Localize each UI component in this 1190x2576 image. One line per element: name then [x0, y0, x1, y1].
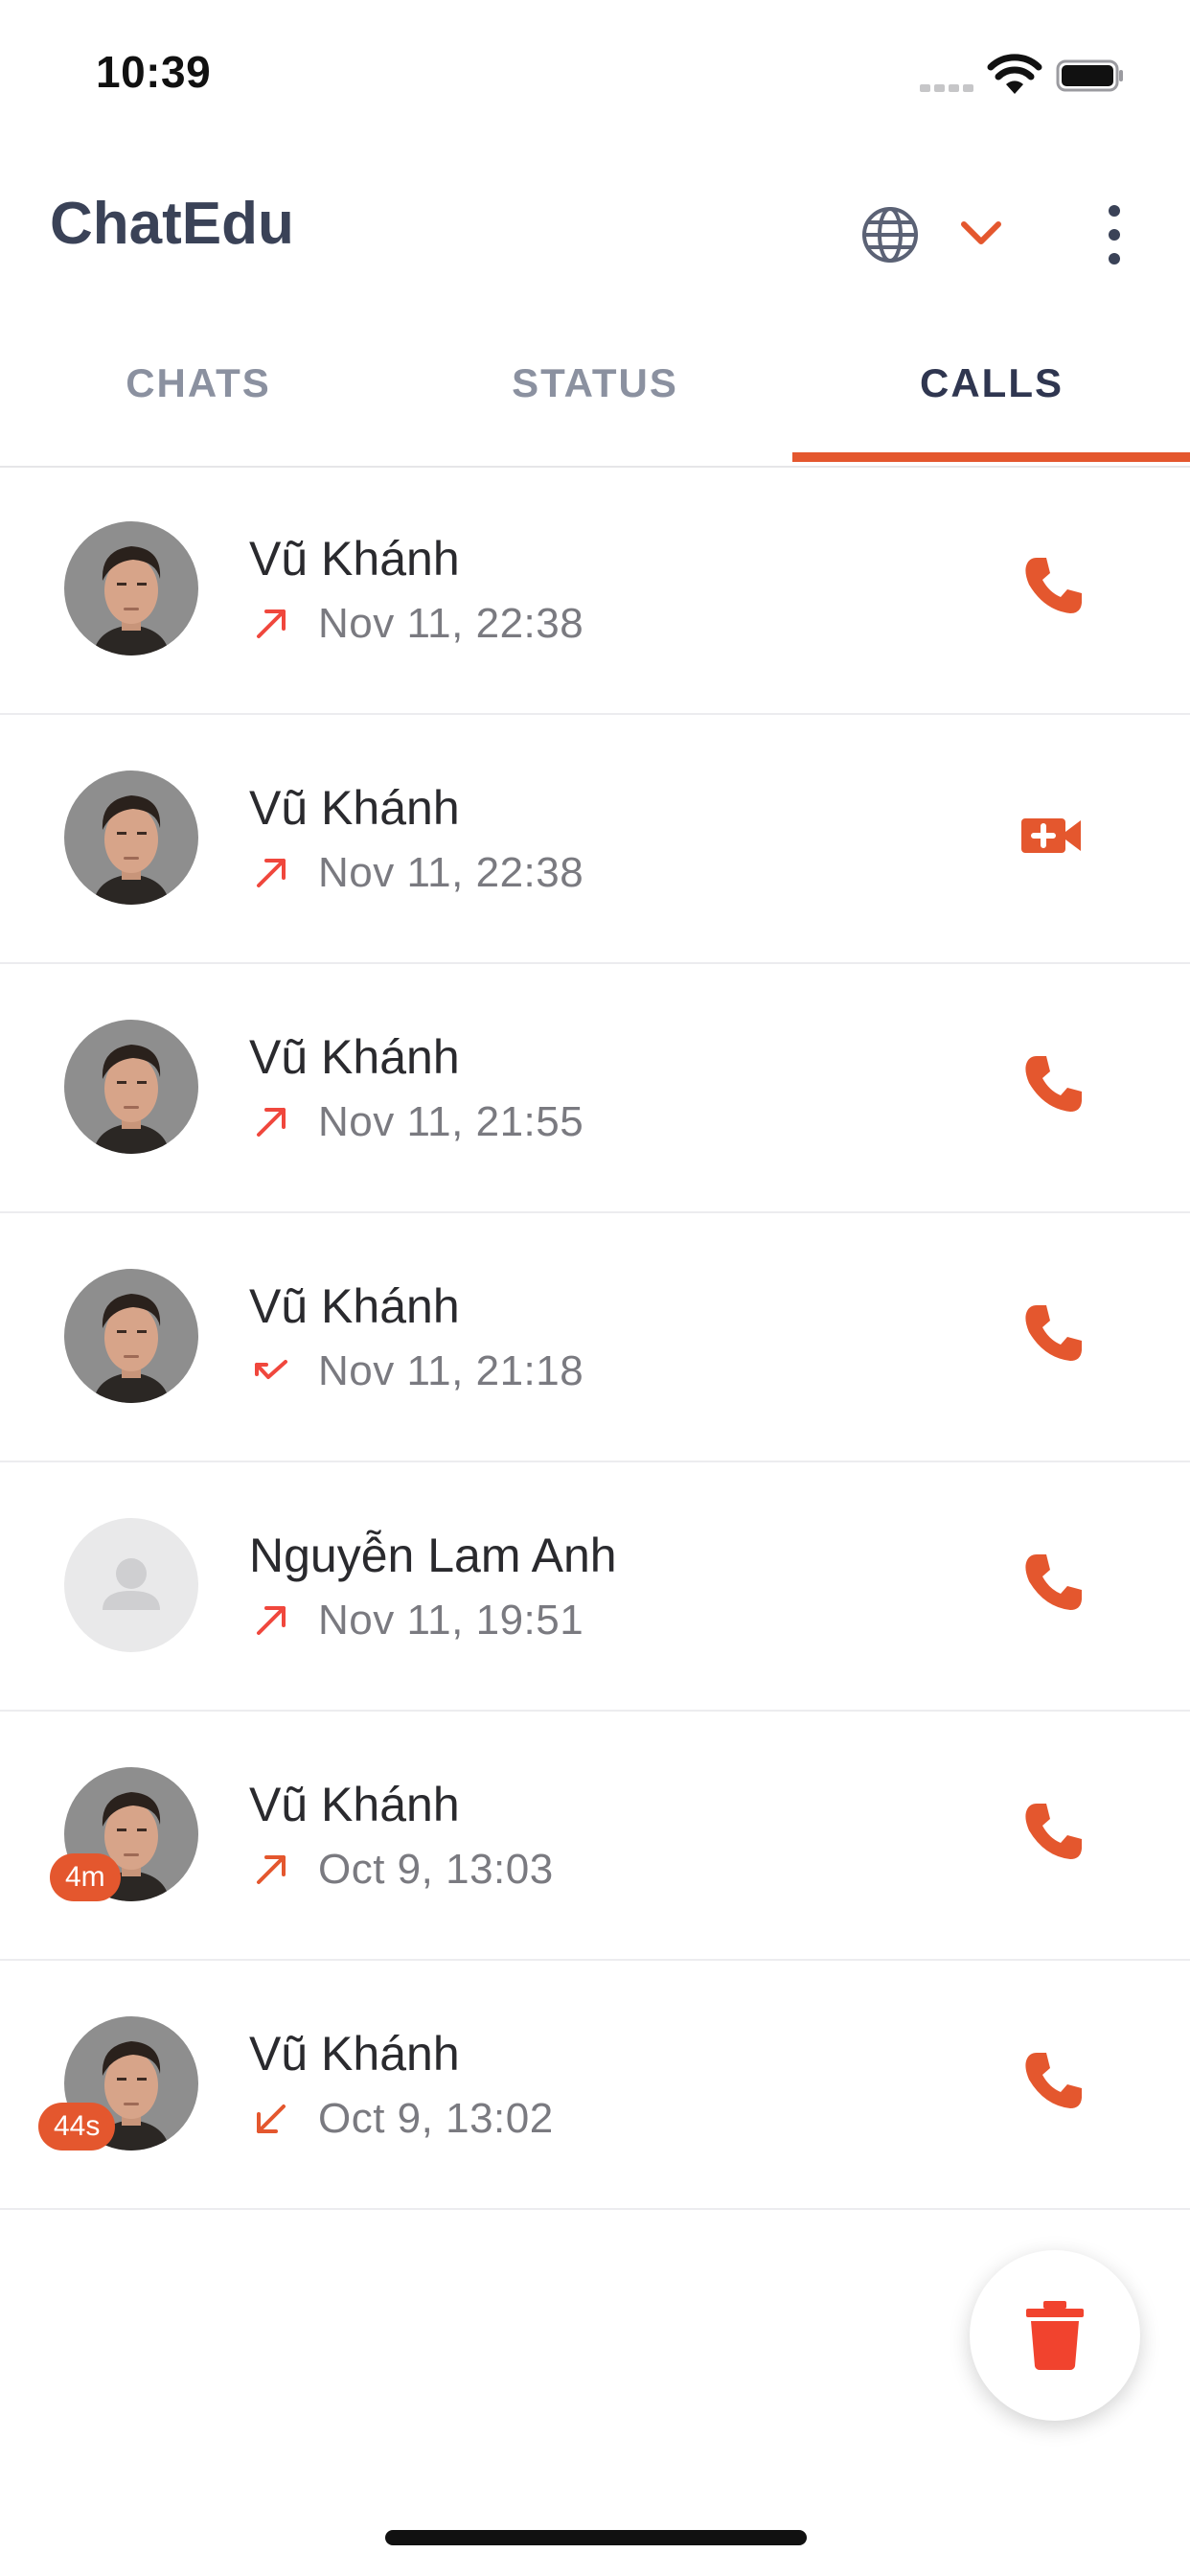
caller-name: Vũ Khánh	[249, 1030, 460, 1084]
outgoing-call-icon	[257, 1606, 286, 1635]
outgoing-call-icon	[257, 1855, 286, 1884]
call-time: Nov 11, 22:38	[318, 849, 584, 896]
more-vert-icon[interactable]	[1098, 201, 1131, 268]
app-bar: ChatEdu	[0, 163, 1190, 297]
call-time: Nov 11, 22:38	[318, 600, 584, 647]
tab-bar: CHATS STATUS CALLS	[0, 335, 1190, 468]
call-meta: Nov 11, 22:38	[251, 600, 584, 648]
avatar	[64, 1269, 198, 1403]
avatar	[64, 521, 198, 656]
phone-icon[interactable]	[1018, 1798, 1087, 1867]
call-meta: Nov 11, 21:18	[251, 1347, 584, 1395]
cellular-signal-icon	[920, 84, 973, 92]
caller-name: Vũ Khánh	[249, 1778, 460, 1831]
tab-chats[interactable]: CHATS	[0, 335, 397, 466]
avatar	[64, 1518, 198, 1652]
phone-icon[interactable]	[1018, 1549, 1087, 1618]
call-time: Nov 11, 21:55	[318, 1098, 584, 1145]
call-item[interactable]: Nguyễn Lam Anh Nov 11, 19:51	[0, 1462, 1190, 1712]
call-duration-badge: 4m	[50, 1853, 121, 1901]
outgoing-call-icon	[257, 1108, 286, 1137]
phone-icon[interactable]	[1018, 1050, 1087, 1119]
chevron-down-icon[interactable]	[956, 213, 1006, 255]
calls-screen: 10:39 ChatEdu CHATS STATUS CALLS Vũ Khán…	[0, 0, 1190, 2576]
call-meta: Nov 11, 19:51	[251, 1597, 584, 1644]
avatar	[64, 770, 198, 905]
call-time: Nov 11, 19:51	[318, 1597, 584, 1644]
call-meta: Nov 11, 21:55	[251, 1098, 584, 1146]
call-time: Oct 9, 13:02	[318, 2095, 554, 2142]
incoming-call-icon	[257, 2104, 286, 2133]
outgoing-call-icon	[257, 859, 286, 887]
caller-name: Vũ Khánh	[249, 781, 460, 835]
call-item[interactable]: 4m Vũ Khánh Oct 9, 13:03	[0, 1712, 1190, 1961]
avatar	[64, 1020, 198, 1154]
wifi-icon	[987, 54, 1042, 94]
outgoing-call-icon	[257, 610, 286, 638]
call-item[interactable]: Vũ Khánh Nov 11, 22:38	[0, 715, 1190, 964]
status-bar: 10:39	[0, 0, 1190, 144]
caller-name: Vũ Khánh	[249, 532, 460, 586]
missed-call-icon	[255, 1360, 287, 1379]
call-meta: Oct 9, 13:02	[251, 2095, 554, 2143]
home-indicator	[385, 2530, 807, 2545]
call-meta: Nov 11, 22:38	[251, 849, 584, 897]
call-item[interactable]: Vũ Khánh Nov 11, 21:55	[0, 964, 1190, 1213]
call-item[interactable]: Vũ Khánh Nov 11, 21:18	[0, 1213, 1190, 1462]
call-time: Oct 9, 13:03	[318, 1846, 554, 1893]
call-list: Vũ Khánh Nov 11, 22:38 Vũ Khánh Nov 11, 22:…	[0, 466, 1190, 2210]
app-title: ChatEdu	[50, 191, 294, 257]
caller-name: Vũ Khánh	[249, 2027, 460, 2081]
call-time: Nov 11, 21:18	[318, 1347, 584, 1394]
delete-calls-button[interactable]	[970, 2250, 1140, 2421]
status-time: 10:39	[96, 47, 212, 97]
caller-name: Vũ Khánh	[249, 1279, 460, 1333]
caller-name: Nguyễn Lam Anh	[249, 1529, 617, 1582]
trash-icon	[1026, 2301, 1084, 2371]
call-item[interactable]: 44s Vũ Khánh Oct 9, 13:02	[0, 1961, 1190, 2210]
phone-icon[interactable]	[1018, 552, 1087, 621]
tab-status[interactable]: STATUS	[397, 335, 793, 466]
phone-icon[interactable]	[1018, 1300, 1087, 1368]
call-duration-badge: 44s	[38, 2103, 116, 2150]
call-meta: Oct 9, 13:03	[251, 1846, 554, 1894]
call-item[interactable]: Vũ Khánh Nov 11, 22:38	[0, 466, 1190, 715]
battery-icon	[1056, 59, 1123, 92]
phone-icon[interactable]	[1018, 2047, 1087, 2116]
tab-calls[interactable]: CALLS	[793, 335, 1190, 466]
video-add-icon[interactable]	[1018, 801, 1087, 870]
tab-indicator	[792, 452, 1190, 462]
globe-icon[interactable]	[858, 203, 922, 266]
